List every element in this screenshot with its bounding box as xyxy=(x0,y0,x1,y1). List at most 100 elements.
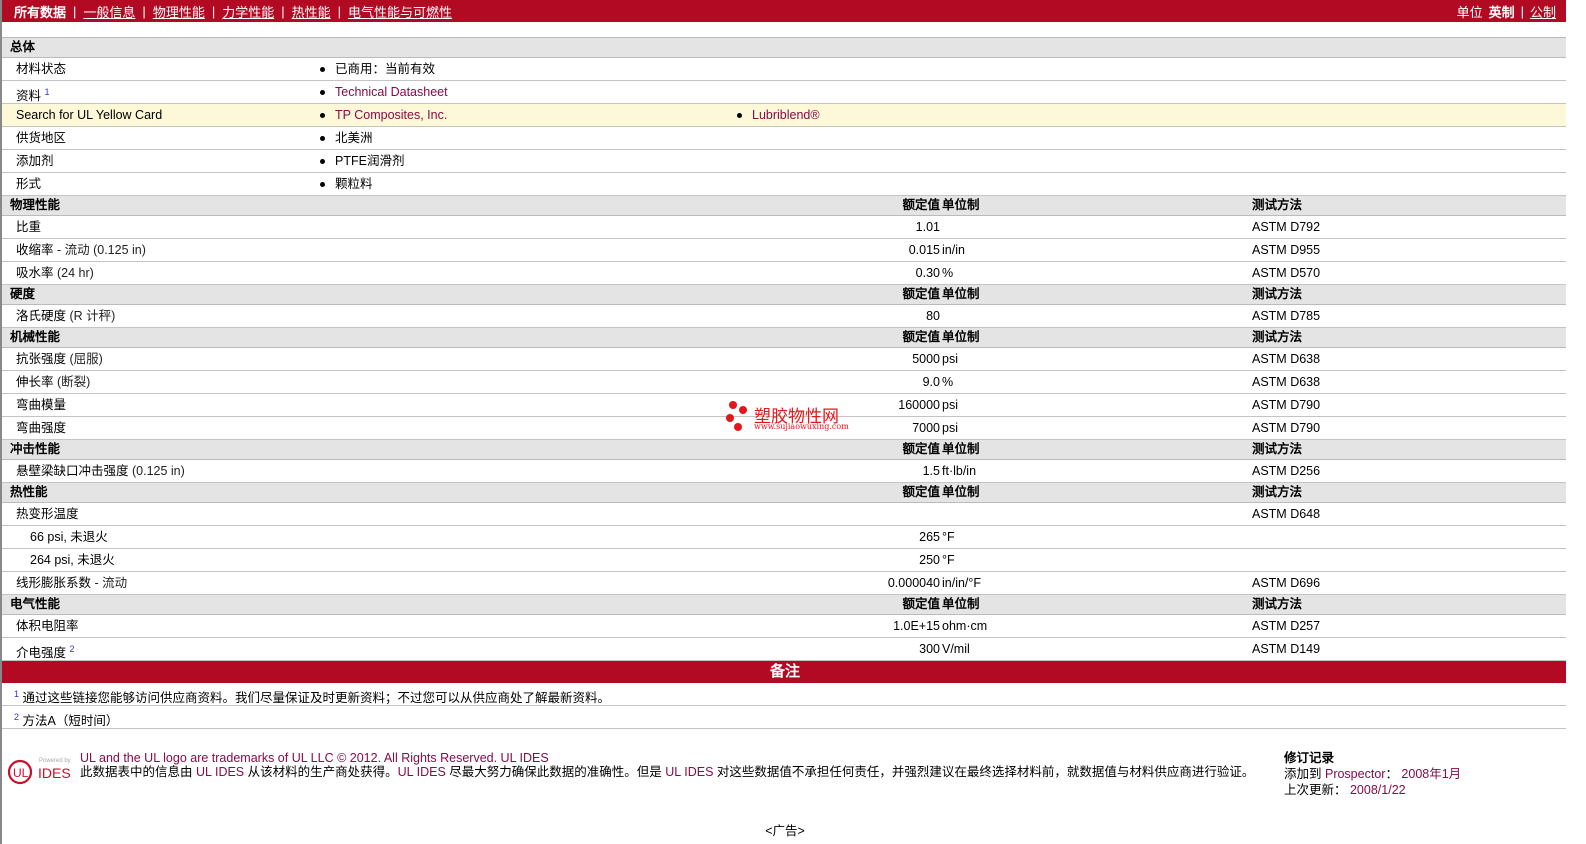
col-header-value: 额定值 xyxy=(902,597,940,611)
col-header-value: 额定值 xyxy=(902,330,940,344)
row-value: Technical Datasheet xyxy=(320,81,448,103)
test-method: ASTM D790 xyxy=(1252,421,1321,435)
prospector-link[interactable]: Prospector xyxy=(1325,767,1385,781)
property-name-text: 弯曲强度 xyxy=(16,421,67,435)
property-value: 0.000040 xyxy=(887,576,940,590)
property-unit: ohm·cm xyxy=(942,619,988,633)
general-row: 材料状态 已商用：当前有效 xyxy=(2,58,1568,81)
trademark-text: UL and the UL logo are trademarks of UL … xyxy=(80,751,549,765)
test-method: ASTM D790 xyxy=(1252,398,1321,412)
property-unit: ft·lb/in xyxy=(942,464,977,478)
property-unit: V/mil xyxy=(942,642,970,656)
col-header-method: 测试方法 xyxy=(1252,287,1303,301)
bullet-icon xyxy=(320,182,325,188)
row-value: 北美洲 xyxy=(320,127,373,149)
value-link[interactable]: TP Composites, Inc. xyxy=(335,108,447,122)
property-name-text: 264 psi, 未退火 xyxy=(30,553,115,567)
property-row: 比重 1.01 ASTM D792 xyxy=(2,216,1568,239)
col-header-method: 测试方法 xyxy=(1252,442,1303,456)
property-row: 伸长率 (断裂) 9.0% ASTM D638 xyxy=(2,371,1568,394)
unit-label: 单位 xyxy=(1456,4,1483,20)
value-text: 颗粒料 xyxy=(335,177,373,191)
property-name: 体积电阻率 xyxy=(16,615,79,637)
property-unit: psi xyxy=(942,352,958,366)
property-unit: in/in/°F xyxy=(942,576,982,590)
col-header-method: 测试方法 xyxy=(1252,597,1303,611)
general-row: 形式 颗粒料 xyxy=(2,173,1568,196)
value-link[interactable]: Lubriblend® xyxy=(752,108,820,122)
section-header: 冲击性能 额定值 单位制 测试方法 xyxy=(2,440,1568,460)
property-value: 0.015 xyxy=(908,243,940,257)
property-name: 弯曲强度 xyxy=(16,417,66,439)
value-text: PTFE润滑剂 xyxy=(335,154,405,168)
property-row: 体积电阻率 1.0E+15 ohm·cm ASTM D257 xyxy=(2,615,1568,638)
property-name-text: 悬壁梁缺口冲击强度 xyxy=(16,464,129,478)
col-header-unit: 单位制 xyxy=(942,485,980,499)
footnote-1: 1 通过这些链接您能够访问供应商资料。我们尽量保证及时更新资料；不过您可以从供应… xyxy=(2,683,1568,706)
section-title: 物理性能 xyxy=(10,198,61,212)
unit-metric-link[interactable]: 公制 xyxy=(1530,2,1556,21)
row-label-text: 添加剂 xyxy=(16,154,54,168)
footnote-ref: 2 xyxy=(69,644,75,654)
section-title: 机械性能 xyxy=(10,330,61,344)
property-name: 比重 xyxy=(16,216,41,238)
property-row: 66 psi, 未退火 265 °F xyxy=(2,526,1568,549)
property-name-text: 体积电阻率 xyxy=(16,619,79,633)
col-header-unit: 单位制 xyxy=(942,287,980,301)
footnote-ref: 1 xyxy=(44,87,50,97)
property-name-text: 洛氏硬度 xyxy=(16,309,67,323)
row-label-text: Search for UL Yellow Card xyxy=(16,108,163,122)
bullet-icon xyxy=(737,113,742,119)
property-value: 1.01 xyxy=(915,220,940,234)
general-row: 资料 1 Technical Datasheet xyxy=(2,81,1568,104)
property-row: 介电强度 2 300 V/mil ASTM D149 xyxy=(2,638,1568,661)
tab-all-data[interactable]: 所有数据 xyxy=(14,2,66,21)
scrollbar[interactable] xyxy=(1566,0,1586,844)
property-row: 洛氏硬度 (R 计秤) 80 ASTM D785 xyxy=(2,305,1568,328)
property-name-text: 收缩率 xyxy=(16,243,54,257)
property-table: 总体 材料状态 已商用：当前有效 资料 1 Technical Datasheet Sea… xyxy=(2,38,1568,661)
tab-electrical[interactable]: 电气性能与可燃性 xyxy=(348,2,452,21)
property-value: 160000 xyxy=(898,398,940,412)
col-header-unit: 单位制 xyxy=(942,198,980,212)
property-row: 收缩率 - 流动 (0.125 in) 0.015 in/in ASTM D955 xyxy=(2,239,1568,262)
property-unit: % xyxy=(942,266,954,280)
notes-header: 备注 xyxy=(2,661,1568,683)
section-title: 电气性能 xyxy=(10,597,61,611)
property-name: 吸水率 (24 hr) xyxy=(16,262,94,284)
property-condition: - 流动 xyxy=(91,576,128,590)
value-text: 已商用：当前有效 xyxy=(335,62,436,76)
section-title: 热性能 xyxy=(10,485,48,499)
property-row: 线形膨胀系数 - 流动 0.000040 in/in/°F ASTM D696 xyxy=(2,572,1568,595)
col-header-value: 额定值 xyxy=(902,287,940,301)
test-method: ASTM D638 xyxy=(1252,375,1321,389)
property-unit: psi xyxy=(942,421,958,435)
col-header-unit: 单位制 xyxy=(942,442,980,456)
tab-physical[interactable]: 物理性能 xyxy=(153,2,205,21)
col-header-method: 测试方法 xyxy=(1252,198,1303,212)
general-row: Search for UL Yellow Card TP Composites, … xyxy=(2,104,1568,127)
bullet-icon xyxy=(320,159,325,165)
test-method: ASTM D256 xyxy=(1252,464,1321,478)
property-value: 250 xyxy=(919,553,940,567)
unit-imperial: 英制 xyxy=(1488,4,1515,20)
test-method: ASTM D257 xyxy=(1252,619,1321,633)
col-header-unit: 单位制 xyxy=(942,597,980,611)
footnote-2: 2 方法A（短时间） xyxy=(2,706,1568,729)
tab-mechanical[interactable]: 力学性能 xyxy=(222,2,274,21)
value-link[interactable]: Technical Datasheet xyxy=(335,85,448,99)
property-value: 5000 xyxy=(912,352,940,366)
tab-thermal[interactable]: 热性能 xyxy=(292,2,331,21)
property-row: 吸水率 (24 hr) 0.30% ASTM D570 xyxy=(2,262,1568,285)
property-name-text: 吸水率 xyxy=(16,266,54,280)
row-value: 已商用：当前有效 xyxy=(320,58,435,80)
property-name: 线形膨胀系数 - 流动 xyxy=(16,572,127,594)
tab-general[interactable]: 一般信息 xyxy=(83,2,135,21)
property-row: 悬壁梁缺口冲击强度 (0.125 in) 1.5 ft·lb/in ASTM D256 xyxy=(2,460,1568,483)
bullet-icon xyxy=(320,113,325,119)
general-row: 添加剂 PTFE润滑剂 xyxy=(2,150,1568,173)
test-method: ASTM D570 xyxy=(1252,266,1321,280)
bullet-icon xyxy=(320,136,325,142)
property-name: 收缩率 - 流动 (0.125 in) xyxy=(16,239,146,261)
property-condition: (屈服) xyxy=(66,352,103,366)
